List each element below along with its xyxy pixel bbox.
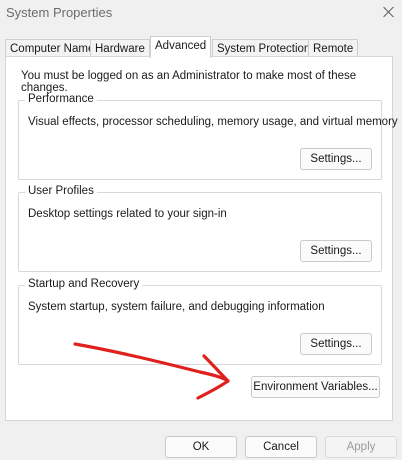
tab-advanced[interactable]: Advanced [150,36,212,58]
red-arrow-annotation [73,342,230,400]
